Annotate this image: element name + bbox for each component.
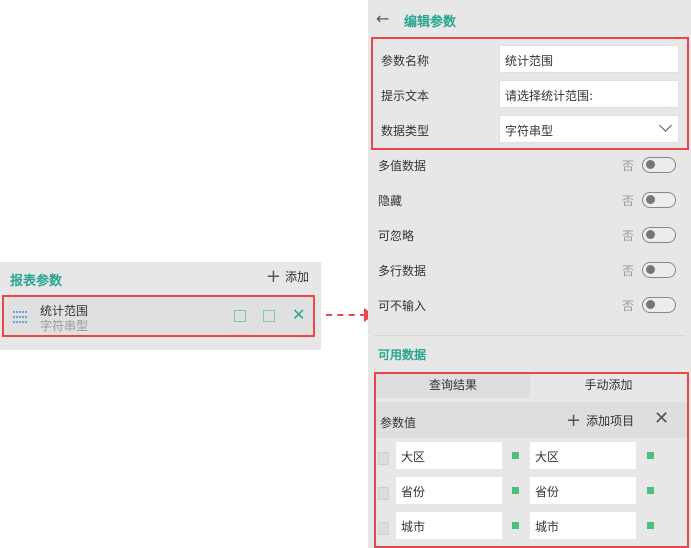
row-checkbox[interactable] (378, 452, 389, 465)
chevron-down-icon (659, 119, 672, 132)
name-label: 参数名称 (381, 54, 430, 68)
available-data-title: 可用数据 (378, 348, 427, 362)
param-form: 参数名称 统计范围 提示文本 请选择统计范围: 数据类型 字符串型 (371, 37, 689, 150)
status-indicator (512, 522, 519, 529)
edit-param-title: 编辑参数 (404, 15, 457, 30)
value-row: 大区 大区 (376, 442, 687, 472)
row-checkbox[interactable] (378, 487, 389, 500)
status-indicator (512, 452, 519, 459)
values-label: 参数值 (380, 416, 417, 430)
type-select[interactable]: 字符串型 (499, 115, 679, 143)
row-checkbox[interactable] (378, 522, 389, 535)
toggle-row-ignorable: 可忽略 否 (368, 222, 691, 252)
back-arrow-icon[interactable]: ← (376, 9, 389, 28)
label-cell[interactable]: 大区 (530, 442, 636, 469)
toggle-state: 否 (622, 194, 635, 208)
edit-param-panel: ← 编辑参数 参数名称 统计范围 提示文本 请选择统计范围: 数据类型 字符串型… (368, 0, 691, 548)
add-param-label: 添加 (284, 270, 309, 284)
values-header: 参数值 + 添加项目 ✕ (376, 402, 687, 438)
hint-label: 提示文本 (381, 89, 430, 103)
tab-manual-add[interactable]: 手动添加 (530, 374, 687, 398)
param-list-item[interactable]: 统计范围 字符串型 ✕ (2, 295, 315, 337)
toggle-row-hidden: 隐藏 否 (368, 187, 691, 217)
toggle-state: 否 (622, 299, 635, 313)
report-params-title: 报表参数 (10, 274, 63, 289)
close-icon[interactable]: ✕ (292, 305, 305, 324)
available-data-box: 查询结果 手动添加 参数值 + 添加项目 ✕ 大区 大区 省份 省份 城市 城市 (374, 372, 689, 548)
add-item-label: 添加项目 (586, 414, 635, 428)
toggle-row-multiline: 多行数据 否 (368, 257, 691, 287)
status-indicator (512, 487, 519, 494)
status-indicator (647, 452, 654, 459)
plus-icon: + (566, 409, 582, 431)
value-row: 城市 城市 (376, 512, 687, 542)
toggle-label: 多值数据 (378, 159, 427, 173)
param-type: 字符串型 (40, 319, 89, 333)
value-row: 省份 省份 (376, 477, 687, 507)
value-cell[interactable]: 省份 (396, 477, 502, 504)
status-indicator (647, 522, 654, 529)
parameter-icon (13, 311, 27, 323)
toggle-state: 否 (622, 229, 635, 243)
value-cell[interactable]: 大区 (396, 442, 502, 469)
label-cell[interactable]: 城市 (530, 512, 636, 539)
toggle-knob (646, 265, 655, 274)
toggle-switch[interactable] (642, 227, 676, 243)
tab-query-results[interactable]: 查询结果 (376, 374, 530, 398)
type-label: 数据类型 (381, 124, 430, 138)
close-icon[interactable]: ✕ (654, 408, 669, 429)
type-select-value: 字符串型 (505, 124, 554, 138)
plus-icon: + (265, 265, 281, 287)
toggle-knob (646, 230, 655, 239)
toggle-switch[interactable] (642, 157, 676, 173)
toggle-switch[interactable] (642, 262, 676, 278)
toggle-knob (646, 300, 655, 309)
report-params-panel: 报表参数 + 添加 统计范围 字符串型 ✕ (0, 262, 321, 350)
status-indicator (647, 487, 654, 494)
toggle-label: 隐藏 (378, 194, 403, 208)
toggle-label: 可忽略 (378, 229, 415, 243)
toggle-knob (646, 195, 655, 204)
toggle-state: 否 (622, 159, 635, 173)
name-input[interactable]: 统计范围 (499, 45, 679, 73)
divider (374, 335, 686, 336)
toggle-state: 否 (622, 264, 635, 278)
value-cell[interactable]: 城市 (396, 512, 502, 539)
move-down-icon[interactable] (263, 310, 275, 322)
toggle-switch[interactable] (642, 192, 676, 208)
toggle-label: 多行数据 (378, 264, 427, 278)
toggle-label: 可不输入 (378, 299, 427, 313)
hint-input[interactable]: 请选择统计范围: (499, 80, 679, 108)
toggle-switch[interactable] (642, 297, 676, 313)
move-up-icon[interactable] (234, 310, 246, 322)
add-param-button[interactable]: + 添加 (265, 265, 309, 287)
toggle-row-optional: 可不输入 否 (368, 292, 691, 322)
dashed-arrow-line (326, 314, 366, 316)
toggle-row-multivalue: 多值数据 否 (368, 152, 691, 182)
label-cell[interactable]: 省份 (530, 477, 636, 504)
toggle-knob (646, 160, 655, 169)
add-item-button[interactable]: + 添加项目 (566, 409, 635, 431)
